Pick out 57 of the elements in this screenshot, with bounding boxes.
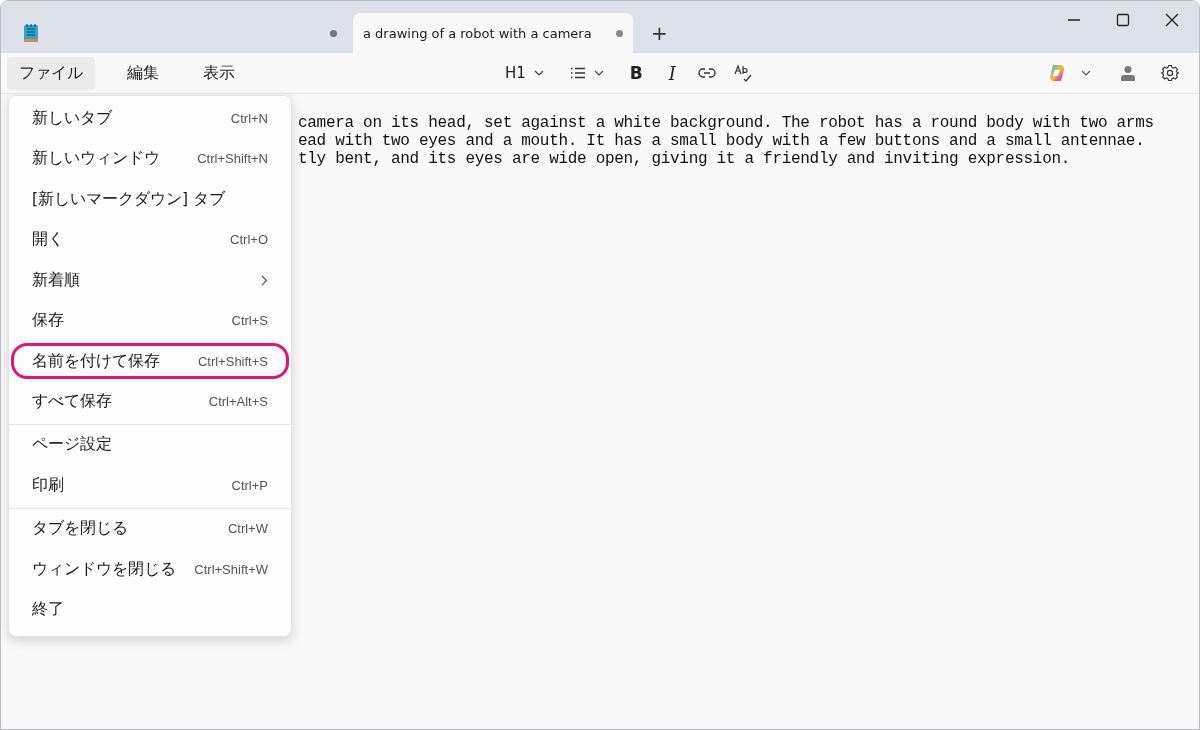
- menu-bar-item[interactable]: 編集: [115, 56, 171, 90]
- menu-item-label: 新しいウィンドウ: [32, 148, 160, 170]
- bold-button[interactable]: B: [625, 61, 647, 85]
- shortcut-text: Ctrl+N: [230, 110, 268, 126]
- menu-item[interactable]: 新しいウィンドウ Ctrl+Shift+N: [11, 138, 289, 179]
- settings-icon[interactable]: [1161, 64, 1179, 82]
- spellcheck-icon[interactable]: [733, 64, 752, 82]
- menu-item-label: [新しいマークダウン] タブ: [32, 188, 226, 210]
- menu-item[interactable]: 名前を付けて保存 Ctrl+Shift+S: [11, 343, 289, 379]
- italic-button[interactable]: I: [664, 60, 680, 86]
- maximize-icon[interactable]: [1116, 13, 1130, 27]
- menu-item[interactable]: ページ設定: [11, 424, 289, 465]
- menu-item-label: 印刷: [32, 474, 64, 496]
- shortcut-text: Ctrl+Shift+N: [197, 151, 268, 167]
- caret-icon: [533, 70, 544, 76]
- menu-item[interactable]: 印刷 Ctrl+P: [11, 465, 289, 506]
- shortcut-text: Ctrl+Shift+S: [197, 353, 268, 369]
- shortcut-text: Ctrl+Alt+S: [208, 393, 268, 409]
- tab[interactable]: a drawing of a robot with a camera: [353, 13, 633, 53]
- document-text: tly bent, and its eyes are wide open, giving it a friendly and inviting expression.: [298, 150, 1072, 168]
- menu-item[interactable]: 保存 Ctrl+S: [11, 300, 289, 341]
- caret-icon: [593, 70, 604, 76]
- menu-item-label: タブを閉じる: [32, 518, 128, 540]
- menu-item-label: 終了: [32, 599, 64, 621]
- menu-item[interactable]: 終了: [11, 589, 289, 630]
- shortcut-text: Ctrl+W: [227, 521, 268, 537]
- notepad-icon: [23, 23, 39, 43]
- shortcut-text: Ctrl+P: [231, 477, 268, 493]
- menu-item-label: すべて保存: [32, 390, 112, 412]
- menu-item-label: ウィンドウを閉じる: [32, 558, 176, 580]
- menu-item[interactable]: 新しいタブ Ctrl+N: [11, 98, 289, 139]
- menu-item-label: ページ設定: [32, 434, 112, 456]
- account-icon[interactable]: [1121, 65, 1135, 81]
- menu-item[interactable]: 新着順: [11, 260, 289, 301]
- menu-item-label: 保存: [32, 310, 64, 332]
- link-icon[interactable]: [697, 68, 716, 78]
- menu-item-label: 新しいタブ: [32, 107, 112, 129]
- heading-dropdown[interactable]: H1: [501, 62, 548, 84]
- menu-item-label: 新着順: [32, 269, 80, 291]
- menu-item[interactable]: ウィンドウを閉じる Ctrl+Shift+W: [11, 549, 289, 590]
- document-text: ead with two eyes and a mouth. It has a small body with a few buttons and a small antennae.: [298, 132, 1146, 150]
- close-icon[interactable]: [1165, 13, 1179, 27]
- menu-item[interactable]: タブを閉じる Ctrl+W: [11, 508, 289, 549]
- caret-icon[interactable]: [1081, 70, 1091, 76]
- new-tab-button[interactable]: +: [635, 13, 684, 53]
- shortcut-text: Ctrl+S: [231, 313, 268, 329]
- menu-item-label: 名前を付けて保存: [32, 350, 160, 372]
- shortcut-text: Ctrl+Shift+W: [194, 561, 268, 577]
- shortcut-text: Ctrl+O: [230, 232, 268, 248]
- document-text: camera on its head, set against a white background. The robot has a round body with two arms: [298, 114, 1155, 132]
- menu-item[interactable]: [新しいマークダウン] タブ: [11, 179, 289, 220]
- menu-item[interactable]: 開く Ctrl+O: [11, 219, 289, 260]
- menu-bar-item[interactable]: 表示: [191, 56, 247, 90]
- menu-item[interactable]: すべて保存 Ctrl+Alt+S: [11, 381, 289, 422]
- list-icon: [569, 67, 586, 79]
- menu-item-label: 開く: [32, 229, 64, 251]
- menu-bar-item[interactable]: ファイル: [7, 56, 95, 90]
